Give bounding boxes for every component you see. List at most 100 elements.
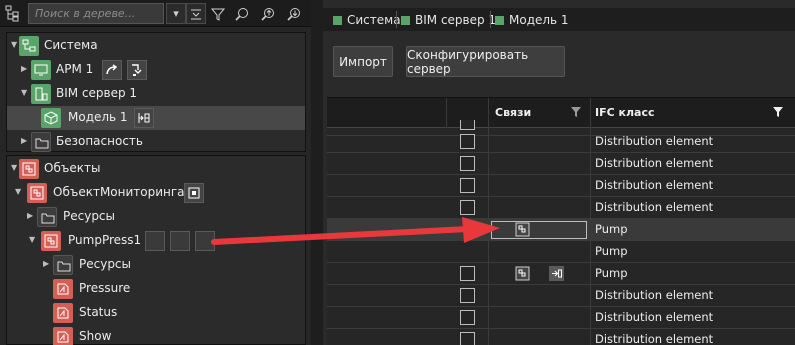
filter-button[interactable] — [208, 4, 228, 24]
row-checkbox[interactable] — [460, 156, 475, 171]
tree-label: Система — [44, 38, 98, 52]
table-row[interactable]: Distribution element — [327, 329, 795, 345]
search-dropdown-button[interactable]: ▾ — [166, 3, 186, 24]
expand-arrow-icon[interactable]: ▼ — [11, 41, 19, 49]
row-checkbox[interactable] — [460, 178, 475, 193]
tree-node-resources-sub[interactable]: ▶ Ресурсы — [7, 253, 305, 277]
chevron-down-icon: ▾ — [173, 7, 179, 20]
tree-label: Объекты — [44, 161, 101, 175]
filter-icon[interactable] — [772, 106, 784, 118]
tree-node-show[interactable]: Show — [7, 325, 305, 345]
collapsed-arrow-icon[interactable]: ▶ — [21, 65, 29, 73]
tab-model[interactable]: Модель 1 — [495, 11, 569, 29]
table-row[interactable]: Distribution element — [327, 131, 795, 153]
row-checkbox[interactable] — [460, 310, 475, 325]
configure-server-button[interactable]: Сконфигурировать сервер — [406, 46, 565, 77]
row-action-icon[interactable] — [145, 231, 165, 251]
tree-label: Status — [79, 305, 118, 319]
tree-label: ОбъектМониторинга — [53, 185, 185, 199]
find-button[interactable] — [232, 4, 252, 24]
magnifier-up-icon — [261, 8, 274, 21]
tab-color-marker — [333, 15, 342, 25]
tree-node-model[interactable]: Модель 1 — [7, 106, 305, 130]
linked-object-icon[interactable] — [515, 266, 530, 281]
table-row[interactable]: Distribution element — [327, 153, 795, 175]
tree-node-pressure[interactable]: Pressure — [7, 277, 305, 301]
collapsed-arrow-icon[interactable]: ▶ — [43, 260, 51, 268]
collapse-icon — [191, 9, 201, 19]
expand-arrow-icon[interactable]: ▼ — [21, 89, 29, 97]
model-link-icon[interactable] — [134, 108, 154, 128]
table-row-selected[interactable]: Pump — [327, 219, 795, 241]
object-action-icon[interactable] — [184, 183, 204, 203]
collapsed-arrow-icon[interactable]: ▶ — [21, 137, 29, 145]
row-checkbox[interactable] — [460, 332, 475, 345]
find-next-button[interactable] — [258, 4, 278, 24]
collapsed-arrow-icon[interactable]: ▶ — [27, 212, 35, 220]
header-cell — [489, 98, 591, 128]
magnifier-down-icon — [287, 8, 300, 21]
ifc-class-value: Pump — [595, 222, 628, 236]
tree-label: Pressure — [79, 281, 131, 295]
tab-system[interactable]: Система — [333, 11, 401, 29]
row-checkbox[interactable] — [460, 200, 475, 215]
system-icon — [19, 36, 39, 56]
table-row[interactable]: Distribution element — [327, 285, 795, 307]
tree-node-pumppress[interactable]: ▼ PumpPress1 — [7, 229, 305, 253]
tree-search-input[interactable]: Поиск в дереве... — [28, 3, 164, 24]
filter-icon — [210, 8, 226, 21]
row-checkbox[interactable] — [460, 266, 475, 281]
table-row[interactable]: Pump — [327, 241, 795, 263]
tree-node-resources[interactable]: ▶ Ресурсы — [7, 205, 305, 229]
table-row[interactable]: Distribution element — [327, 175, 795, 197]
table-row[interactable]: Pump — [327, 263, 795, 285]
parameter-icon — [53, 279, 73, 299]
ifc-class-value: Distribution element — [595, 178, 714, 192]
tree-node-objects[interactable]: ▼ Объекты — [7, 157, 305, 181]
tab-label: Система — [347, 13, 401, 27]
ifc-class-value: Distribution element — [595, 156, 714, 170]
tab-label: BIM сервер 1 — [415, 13, 497, 27]
table-row[interactable]: Distribution element — [327, 197, 795, 219]
table-row[interactable]: Distribution element — [327, 307, 795, 329]
linked-object-icon[interactable] — [515, 222, 530, 237]
model-cube-icon — [41, 108, 61, 128]
row-checkbox[interactable] — [460, 288, 475, 303]
import-button[interactable]: Импорт — [333, 46, 393, 77]
row-checkbox[interactable] — [460, 120, 475, 130]
unlink-icon[interactable] — [549, 266, 564, 281]
grid-cell — [489, 241, 591, 262]
redirect-arrow-icon[interactable] — [102, 60, 122, 80]
tree-node-status[interactable]: Status — [7, 301, 305, 325]
tree-structure-icon[interactable] — [4, 4, 22, 22]
objects-tree: ▼ Объекты ▼ ОбъектМониторинга ▶ Ресурсы … — [6, 155, 306, 345]
tree-node-arm[interactable]: ▶ АРМ 1 — [7, 58, 305, 82]
system-tree: ▼ Система ▶ АРМ 1 ▼ BIM сервер 1 Модель … — [6, 32, 306, 152]
tree-node-monitoring-object[interactable]: ▼ ОбъектМониторинга — [7, 181, 305, 205]
collapse-all-button[interactable] — [186, 3, 206, 24]
expand-arrow-icon[interactable]: ▼ — [11, 164, 19, 172]
workstation-icon — [31, 60, 51, 80]
links-drop-target[interactable] — [491, 221, 587, 239]
grid-cell — [489, 153, 591, 174]
row-action-icon[interactable] — [170, 231, 190, 251]
download-node-icon[interactable] — [127, 60, 147, 80]
row-checkbox[interactable] — [460, 134, 475, 149]
tab-color-marker — [495, 15, 504, 25]
find-prev-button[interactable] — [284, 4, 304, 24]
tree-node-system[interactable]: ▼ Система — [7, 34, 305, 58]
parameter-icon — [53, 327, 73, 345]
row-action-icon[interactable] — [195, 231, 215, 251]
expand-arrow-icon[interactable]: ▼ — [29, 236, 37, 244]
expand-arrow-icon[interactable]: ▼ — [15, 188, 23, 196]
tab-bim-server[interactable]: BIM сервер 1 — [401, 11, 496, 29]
tree-node-security[interactable]: ▶ Безопасность — [7, 130, 305, 154]
ifc-class-value: Distribution element — [595, 310, 714, 324]
tab-divider — [490, 11, 491, 28]
ifc-class-value: Distribution element — [595, 332, 714, 345]
header-ifc-class[interactable]: IFC класс — [595, 106, 655, 119]
pump-object-icon — [41, 231, 61, 251]
tree-node-bim-server[interactable]: ▼ BIM сервер 1 — [7, 82, 305, 106]
folder-icon — [37, 207, 57, 227]
tree-label: Show — [79, 329, 112, 343]
